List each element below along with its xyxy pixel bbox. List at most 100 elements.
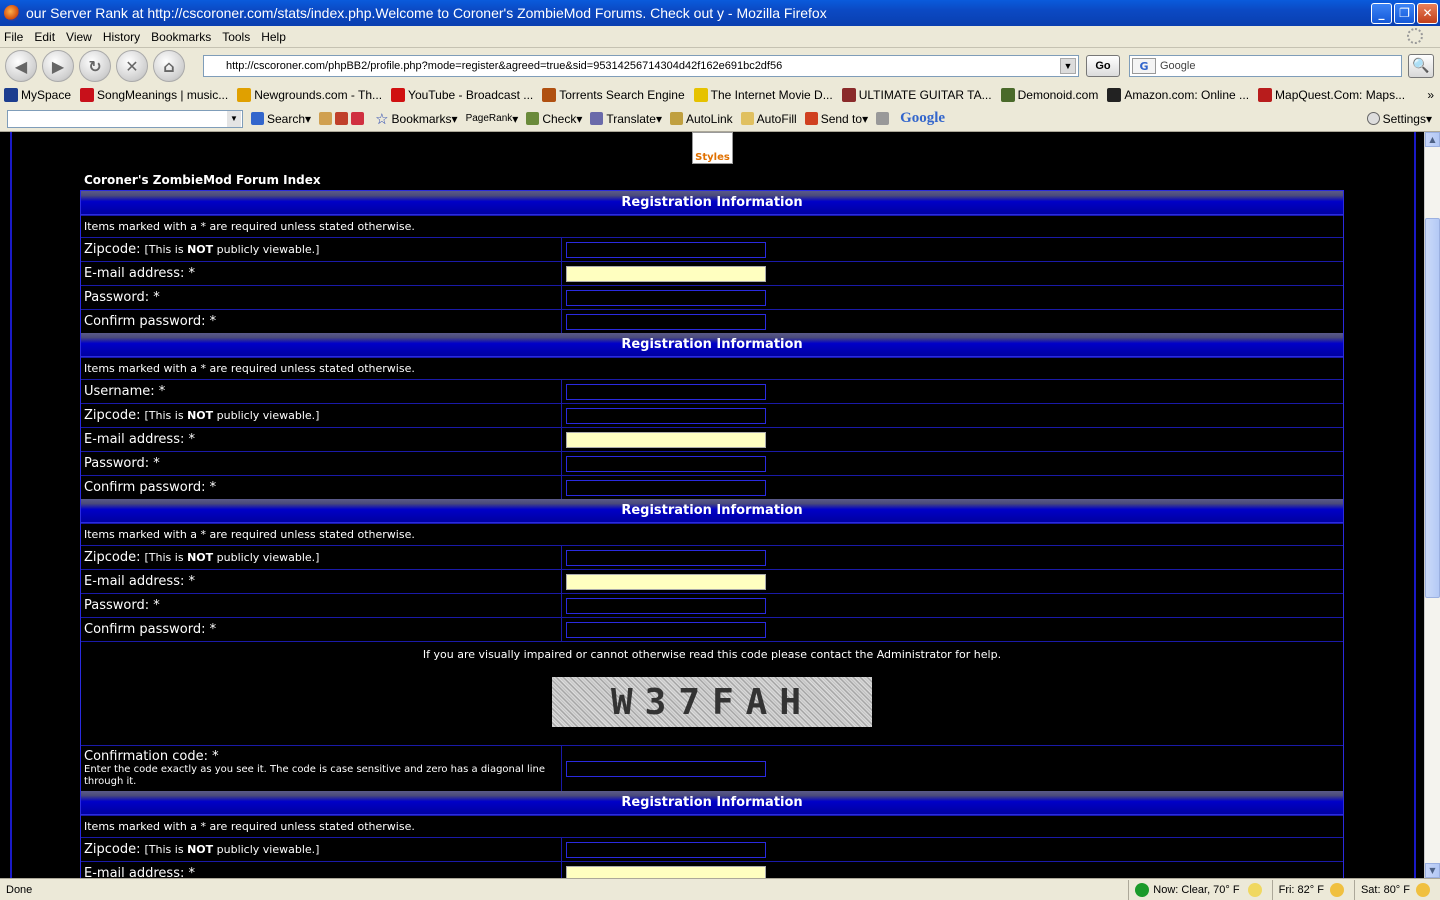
zipcode-input[interactable] [566,407,766,424]
spellcheck-button[interactable]: Check ▾ [526,112,582,126]
go-button[interactable]: Go [1086,55,1120,77]
password-label: Password: * [81,594,562,617]
email-row: E-mail address: * [81,261,1343,285]
zipcode-input[interactable] [566,241,766,258]
restore-button[interactable]: ❐ [1394,2,1415,24]
bookmark-item[interactable]: Newgrounds.com - Th... [237,88,382,102]
email-input[interactable] [566,573,766,590]
bookmark-item[interactable]: YouTube - Broadcast ... [391,88,533,102]
zipcode-input[interactable] [566,841,766,858]
captcha-image: W37FAH [552,677,872,727]
toolbar-tools-icon [319,112,333,125]
bookmark-favicon-icon [237,88,252,102]
zipcode-row: Zipcode: [This is NOT publicly viewable.] [81,403,1343,427]
sendto-button[interactable]: Send to ▾ [804,112,868,126]
scroll-down-button[interactable]: ▼ [1425,863,1440,878]
email-input[interactable] [566,265,766,282]
reload-button[interactable]: ↻ [79,50,111,82]
bookmark-item[interactable]: MySpace [4,88,71,102]
search-input[interactable]: G Google [1129,55,1402,77]
email-input[interactable] [566,431,766,448]
password-row: Password: * [81,451,1343,475]
menu-help[interactable]: Help [261,30,286,44]
vertical-scrollbar[interactable]: ▲ ▼ [1424,132,1440,878]
bookmark-favicon-icon [841,88,856,102]
autofill-button[interactable]: AutoFill [740,112,797,126]
partly-cloudy-icon [1416,882,1430,897]
home-button[interactable]: ⌂ [153,50,185,82]
bookmark-item[interactable]: Demonoid.com [1000,88,1098,102]
menu-edit[interactable]: Edit [34,30,55,44]
minimize-button[interactable]: _ [1371,2,1392,24]
bookmark-label: The Internet Movie D... [710,88,833,102]
confirm-password-input[interactable] [566,313,766,330]
zipcode-label: Zipcode: [84,550,141,565]
forward-button[interactable]: ▶ [42,50,74,82]
google-search-combo[interactable] [7,109,243,128]
section-header: Registration Information [81,333,1343,357]
scroll-up-button[interactable]: ▲ [1425,132,1440,147]
weather-fri[interactable]: Fri: 82° F [1271,879,1354,900]
url-dropdown-icon[interactable]: ▼ [1060,58,1076,74]
bookmark-label: MapQuest.Com: Maps... [1275,88,1406,102]
registration-form: Registration Information Items marked wi… [80,190,1344,878]
bookmark-item[interactable]: The Internet Movie D... [693,88,833,102]
back-button[interactable]: ◀ [5,50,37,82]
menu-bar: File Edit View History Bookmarks Tools H… [0,26,1440,48]
autolink-button[interactable]: AutoLink [669,112,733,126]
zipcode-label: Zipcode: [84,842,141,857]
search-magnifier-icon[interactable]: 🔍 [1408,54,1434,78]
confirm-password-input[interactable] [566,479,766,496]
menu-history[interactable]: History [103,30,140,44]
menu-file[interactable]: File [4,30,23,44]
section-header: Registration Information [81,499,1343,523]
google-search-button[interactable]: Search ▾ [251,112,311,126]
sendto-icon [804,112,818,125]
google-g-icon [251,112,264,125]
highlighter-button[interactable] [876,112,892,125]
password-input[interactable] [566,597,766,614]
forum-index-link[interactable]: Coroner's ZombieMod Forum Index [84,173,321,187]
bookmark-item[interactable]: Torrents Search Engine [542,88,685,102]
bookmark-favicon-icon [80,88,95,102]
username-input[interactable] [566,383,766,400]
weather-sat[interactable]: Sat: 80° F [1353,879,1440,900]
email-input[interactable] [566,865,766,878]
translate-button[interactable]: Translate ▾ [590,112,662,126]
close-button[interactable]: ✕ [1417,2,1438,24]
google-engine-icon[interactable]: G [1132,58,1156,74]
section-header: Registration Information [81,191,1343,215]
bookmarks-star-button[interactable]: ☆ Bookmarks ▾ [375,110,458,128]
bookmark-label: ULTIMATE GUITAR TA... [858,88,992,102]
username-label: Username: * [81,380,562,403]
confirmation-code-input[interactable] [566,760,766,777]
weather-now[interactable]: Now: Clear, 70° F [1128,879,1271,900]
confirm-password-input[interactable] [566,621,766,638]
password-input[interactable] [566,289,766,306]
toolbar-buttons[interactable] [319,112,367,125]
bookmark-item[interactable]: ULTIMATE GUITAR TA... [841,88,992,102]
menu-tools[interactable]: Tools [222,30,250,44]
menu-bookmarks[interactable]: Bookmarks [151,30,211,44]
password-input[interactable] [566,455,766,472]
google-logo[interactable]: Google [900,110,945,127]
zipcode-row: Zipcode: [This is NOT publicly viewable.] [81,237,1343,261]
email-row: E-mail address: * [81,427,1343,451]
scroll-thumb[interactable] [1425,218,1440,598]
bookmark-item[interactable]: Amazon.com: Online ... [1107,88,1249,102]
styles-icon[interactable]: Styles [692,132,733,164]
pagerank-indicator[interactable]: PageRank ▾ [466,112,519,126]
zipcode-input[interactable] [566,549,766,566]
stop-button[interactable]: ✕ [116,50,148,82]
bookmark-item[interactable]: MapQuest.Com: Maps... [1258,88,1405,102]
url-bar[interactable]: http://cscoroner.com/phpBB2/profile.php?… [203,55,1079,77]
menu-view[interactable]: View [66,30,92,44]
right-border [1414,132,1416,878]
zipcode-label: Zipcode: [84,408,141,423]
bookmarks-overflow-icon[interactable]: » [1427,88,1434,102]
settings-button[interactable]: Settings ▾ [1366,112,1432,126]
username-row: Username: * [81,379,1343,403]
autofill-icon [740,112,754,125]
confirm-password-label: Confirm password: * [81,310,562,333]
bookmark-item[interactable]: SongMeanings | music... [80,88,228,102]
